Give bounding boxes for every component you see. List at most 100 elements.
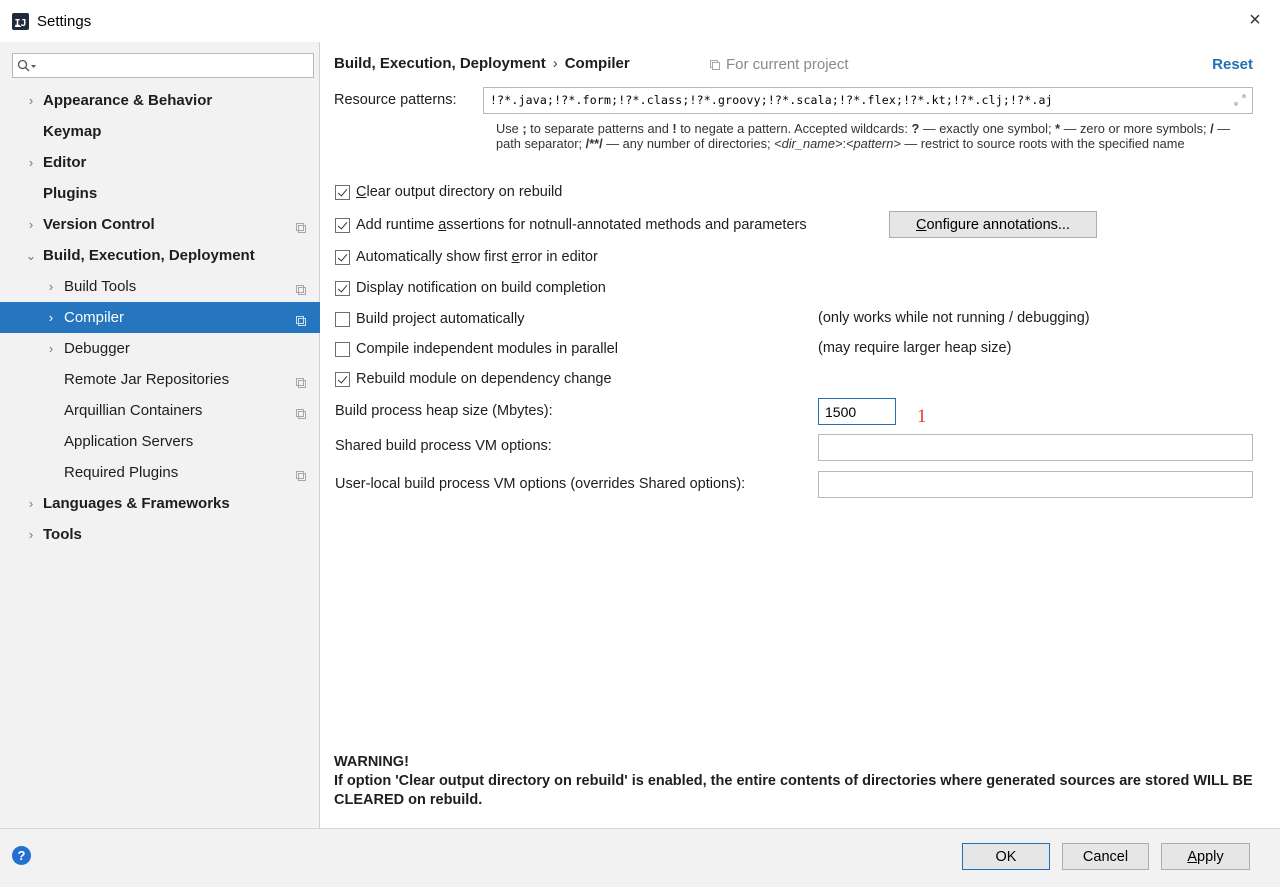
build-automatically-checkbox-row[interactable]: Build project automatically <box>335 308 524 330</box>
breadcrumb-separator: › <box>552 55 558 72</box>
build-automatically-checkbox[interactable] <box>335 311 350 327</box>
warning-title: WARNING! <box>334 754 409 770</box>
label-mnemonic: C <box>356 184 367 200</box>
chevron-down-icon[interactable]: ⌄ <box>24 248 38 263</box>
chevron-right-icon[interactable]: › <box>44 310 58 325</box>
sidebar-item-application-servers[interactable]: Application Servers <box>0 426 320 457</box>
help-fragment: to negate a pattern. Accepted wildcards: <box>676 121 912 136</box>
runtime-assertions-checkbox[interactable] <box>335 217 350 233</box>
project-scope-icon <box>296 313 306 326</box>
sidebar-item-tools[interactable]: › Tools <box>0 519 320 550</box>
breadcrumb: Build, Execution, Deployment › Compiler <box>334 55 630 72</box>
sidebar-item-remote-jar-repositories[interactable]: Remote Jar Repositories <box>0 364 320 395</box>
sidebar-item-debugger[interactable]: › Debugger <box>0 333 320 364</box>
button-label: onfigure annotations... <box>926 216 1070 233</box>
apply-button[interactable]: Apply <box>1161 843 1250 870</box>
chevron-right-icon[interactable]: › <box>24 217 38 232</box>
configure-annotations-button[interactable]: Configure annotations... <box>889 211 1097 238</box>
chevron-right-icon[interactable]: › <box>24 93 38 108</box>
chevron-right-icon[interactable]: › <box>24 496 38 511</box>
cancel-button[interactable]: Cancel <box>1062 843 1149 870</box>
heap-size-input[interactable] <box>818 398 896 425</box>
user-local-vm-options-input[interactable] <box>818 471 1253 498</box>
project-scope-icon <box>296 282 306 295</box>
project-scope-icon <box>296 220 306 233</box>
resource-patterns-field[interactable]: !?*.java;!?*.form;!?*.class;!?*.groovy;!… <box>483 87 1253 114</box>
sidebar-item-label: Required Plugins <box>64 464 179 481</box>
sidebar-item-label: Remote Jar Repositories <box>64 371 230 388</box>
clear-output-checkbox[interactable] <box>335 184 350 200</box>
clear-output-checkbox-row[interactable]: Clear output directory on rebuild <box>335 181 562 203</box>
sidebar-item-label: Appearance & Behavior <box>43 92 213 109</box>
sidebar-item-build-tools[interactable]: › Build Tools <box>0 271 320 302</box>
sidebar-item-keymap[interactable]: Keymap <box>0 116 320 147</box>
label-mnemonic: e <box>511 249 520 265</box>
clear-output-label: Clear output directory on rebuild <box>356 184 562 200</box>
help-fragment: — zero or more symbols; <box>1060 121 1211 136</box>
sidebar-item-plugins[interactable]: Plugins <box>0 178 320 209</box>
show-first-error-label: Automatically show first error in editor <box>356 249 598 265</box>
chevron-right-icon[interactable]: › <box>44 341 58 356</box>
show-first-error-checkbox-row[interactable]: Automatically show first error in editor <box>335 246 598 268</box>
rebuild-module-label: Rebuild module on dependency change <box>356 371 612 387</box>
label-fragment: rror in editor <box>519 249 598 265</box>
show-first-error-checkbox[interactable] <box>335 249 350 265</box>
rebuild-module-checkbox[interactable] <box>335 371 350 387</box>
chevron-right-icon[interactable]: › <box>24 527 38 542</box>
sidebar-item-compiler[interactable]: › Compiler <box>0 302 320 333</box>
sidebar-item-label: Build, Execution, Deployment <box>43 247 255 264</box>
resource-patterns-label: Resource patterns: <box>334 92 457 108</box>
ok-button[interactable]: OK <box>962 843 1050 870</box>
compiler-settings-panel: Build, Execution, Deployment › Compiler Fo… <box>321 42 1280 828</box>
shared-vm-options-input[interactable] <box>818 434 1253 461</box>
help-fragment: — any number of directories; <box>602 136 775 151</box>
sidebar-item-label: Plugins <box>43 185 98 202</box>
window-title: Settings <box>37 13 92 30</box>
runtime-assertions-checkbox-row[interactable]: Add runtime assertions for notnull-annot… <box>335 214 807 236</box>
search-icon[interactable] <box>17 58 39 74</box>
display-notification-checkbox-row[interactable]: Display notification on build completion <box>335 277 606 299</box>
heap-size-label: Build process heap size (Mbytes): <box>335 403 553 419</box>
warning-text: If option 'Clear output directory on reb… <box>334 773 1253 808</box>
breadcrumb-current: Compiler <box>564 55 630 72</box>
scope-text: For current project <box>726 56 849 73</box>
search-box[interactable] <box>12 53 314 78</box>
user-local-vm-options-label: User-local build process VM options (ove… <box>335 476 746 492</box>
expand-icon[interactable] <box>1233 93 1247 107</box>
chevron-right-icon[interactable]: › <box>24 155 38 170</box>
help-fragment: — restrict to source roots with the spec… <box>900 136 1185 151</box>
project-scope-icon <box>710 59 720 70</box>
chevron-right-icon[interactable]: › <box>44 279 58 294</box>
help-fragment: Use <box>496 121 523 136</box>
compile-parallel-checkbox-row[interactable]: Compile independent modules in parallel <box>335 338 618 360</box>
search-input[interactable] <box>39 56 309 75</box>
sidebar-item-label: Languages & Frameworks <box>43 495 230 512</box>
label-fragment: Automatically show first <box>356 249 512 265</box>
sidebar-item-label: Tools <box>43 526 82 543</box>
help-icon[interactable]: ? <box>12 846 31 865</box>
help-fragment: /**/ <box>585 136 603 151</box>
compile-parallel-checkbox[interactable] <box>335 341 350 357</box>
resource-patterns-value: !?*.java;!?*.form;!?*.class;!?*.groovy;!… <box>490 93 1053 107</box>
sidebar-item-arquillian-containers[interactable]: Arquillian Containers <box>0 395 320 426</box>
sidebar-item-build-execution-deployment[interactable]: ⌄ Build, Execution, Deployment <box>0 240 320 271</box>
sidebar-item-version-control[interactable]: › Version Control <box>0 209 320 240</box>
project-scope-icon <box>296 406 306 419</box>
button-mnemonic: C <box>916 216 927 233</box>
build-automatically-note: (only works while not running / debuggin… <box>818 310 1090 326</box>
sidebar-item-languages-frameworks[interactable]: › Languages & Frameworks <box>0 488 320 519</box>
sidebar-item-editor[interactable]: › Editor <box>0 147 320 178</box>
sidebar-item-appearance-behavior[interactable]: › Appearance & Behavior <box>0 85 320 116</box>
sidebar-item-required-plugins[interactable]: Required Plugins <box>0 457 320 488</box>
sidebar-item-label: Compiler <box>64 309 125 326</box>
compile-parallel-label: Compile independent modules in parallel <box>356 341 618 357</box>
breadcrumb-parent: Build, Execution, Deployment <box>334 55 546 72</box>
label-fragment: ssertions for notnull-annotated methods … <box>446 217 807 233</box>
sidebar-item-label: Keymap <box>43 123 102 140</box>
display-notification-checkbox[interactable] <box>335 280 350 296</box>
button-label: pply <box>1197 848 1224 865</box>
close-icon[interactable]: × <box>1244 9 1266 31</box>
reset-link[interactable]: Reset <box>1212 56 1253 73</box>
rebuild-module-checkbox-row[interactable]: Rebuild module on dependency change <box>335 368 612 390</box>
intellij-app-icon: IJ <box>12 13 29 30</box>
